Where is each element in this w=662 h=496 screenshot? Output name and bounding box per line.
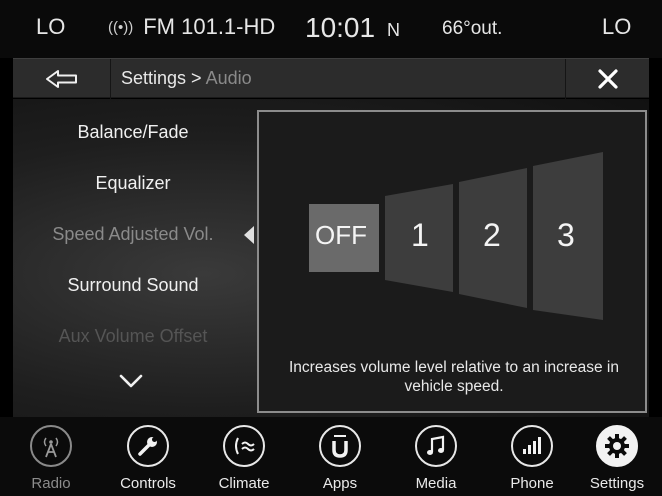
back-arrow-icon [45, 70, 77, 88]
selection-pointer [244, 226, 254, 244]
close-button[interactable] [565, 59, 649, 99]
radio-antenna-icon [30, 425, 72, 467]
broadcast-icon: ((•)) [108, 18, 134, 36]
chevron-down-icon[interactable] [118, 371, 144, 391]
header-bar: Settings > Audio [13, 58, 649, 99]
nav-settings[interactable]: Settings [572, 417, 662, 496]
breadcrumb-current: Settings > [121, 68, 206, 88]
nav-phone-label: Phone [510, 475, 554, 492]
speed-volume-description: Increases volume level relative to an in… [289, 359, 619, 395]
close-icon [597, 69, 618, 89]
radio-station-label: FM 101.1-HD [143, 14, 276, 39]
nav-media-label: Media [415, 475, 457, 492]
nav-apps[interactable]: Apps [295, 417, 385, 496]
nav-apps-label: Apps [322, 475, 358, 492]
status-bar: LO ((•)) FM 101.1-HD 10:01 N 66°out. LO [0, 0, 662, 58]
outside-temperature: 66°out. [442, 18, 503, 39]
back-button[interactable] [13, 59, 111, 99]
breadcrumb: Settings > Audio [121, 68, 252, 89]
audio-settings-area: Balance/Fade Equalizer Speed Adjusted Vo… [13, 99, 649, 417]
menu-item-speed-adjusted-vol[interactable]: Speed Adjusted Vol. [13, 224, 253, 245]
climate-fan-icon [223, 425, 265, 467]
level-1-label: 1 [411, 217, 429, 253]
nav-climate[interactable]: Climate [199, 417, 289, 496]
clock: 10:01 [305, 12, 376, 43]
menu-item-balance-fade[interactable]: Balance/Fade [13, 122, 253, 143]
wrench-icon [127, 425, 169, 467]
compass-heading: N [387, 20, 400, 40]
phone-signal-icon [511, 425, 553, 467]
level-2-label: 2 [483, 217, 501, 253]
nav-media[interactable]: Media [391, 417, 481, 496]
level-3-label: 3 [557, 217, 575, 253]
breadcrumb-sub: Audio [205, 68, 252, 88]
uconnect-apps-icon [319, 425, 361, 467]
speed-adjusted-volume-panel: OFF 1 2 3 Increases volume level relativ… [257, 110, 647, 413]
gear-icon [596, 425, 638, 467]
music-note-icon [415, 425, 457, 467]
left-climate-temp[interactable]: LO [36, 14, 65, 40]
menu-item-surround-sound[interactable]: Surround Sound [13, 275, 253, 296]
right-climate-temp[interactable]: LO [602, 14, 631, 40]
bottom-nav-bar: Radio Controls Climate Apps Media Phone … [0, 417, 662, 496]
menu-item-aux-volume-offset[interactable]: Aux Volume Offset [13, 326, 253, 347]
level-off-label: OFF [315, 220, 367, 250]
nav-climate-label: Climate [218, 475, 270, 492]
nav-settings-label: Settings [589, 475, 645, 492]
nav-controls[interactable]: Controls [103, 417, 193, 496]
nav-radio[interactable]: Radio [6, 417, 96, 496]
menu-item-equalizer[interactable]: Equalizer [13, 173, 253, 194]
nav-radio-label: Radio [31, 475, 71, 492]
radio-source[interactable]: ((•)) FM 101.1-HD [108, 14, 275, 40]
nav-controls-label: Controls [120, 475, 176, 492]
nav-phone[interactable]: Phone [487, 417, 577, 496]
